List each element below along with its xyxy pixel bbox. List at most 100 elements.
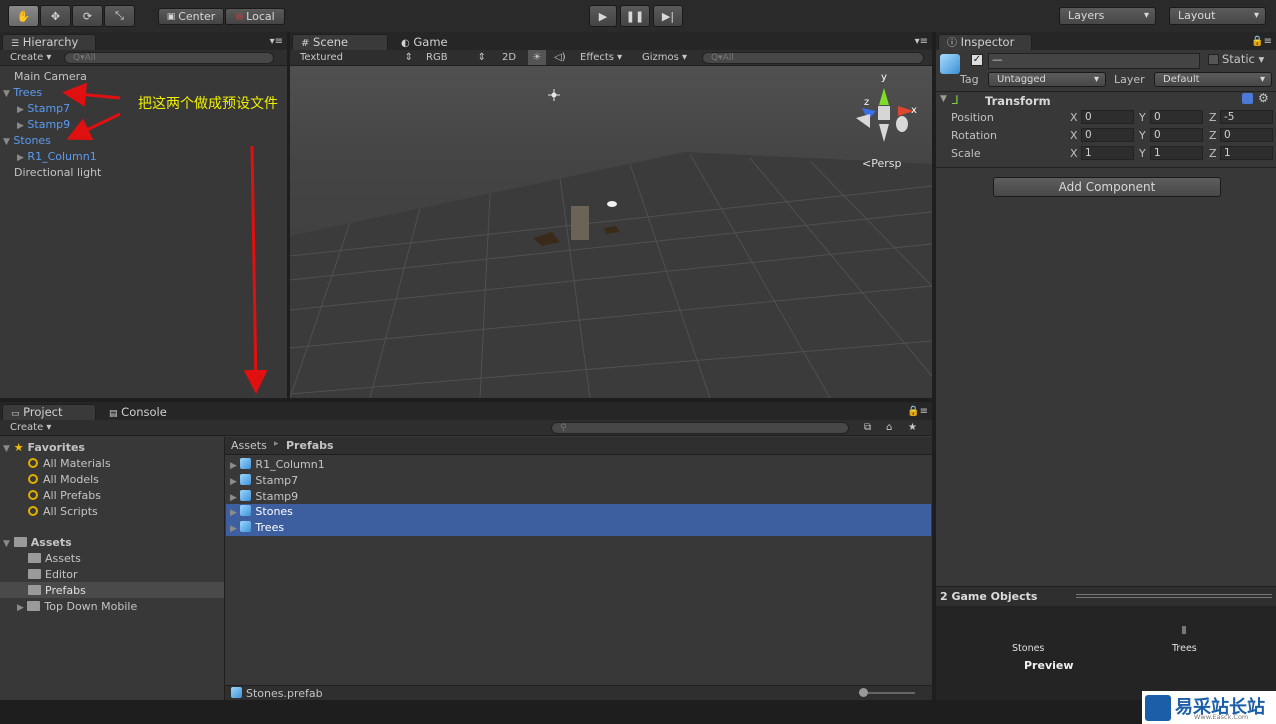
asset-stamp7[interactable]: ▶ Stamp7 <box>230 473 298 490</box>
tab-inspector[interactable]: ⓘ Inspector <box>938 34 1032 50</box>
axis-x-label: X <box>1070 147 1078 160</box>
rotate-tool-button[interactable]: ⟳ <box>72 5 103 27</box>
column-object[interactable] <box>571 206 589 240</box>
render-mode-dropdown[interactable]: RGB ⇕ <box>426 50 488 65</box>
project-subbar: Create ▾ ⚲ ⧉ ⌂ ★ <box>0 420 932 436</box>
assets-section[interactable]: ▼ Assets <box>3 535 72 552</box>
axis-z-label: Z <box>1209 129 1217 142</box>
folder-prefabs[interactable]: Prefabs <box>28 583 86 599</box>
layer-dropdown[interactable]: Default <box>1154 72 1272 87</box>
position-y-field[interactable]: 0 <box>1150 110 1203 124</box>
favorites-title: Favorites <box>27 441 85 454</box>
expand-triangle-icon[interactable]: ▼ <box>3 444 10 454</box>
tab-game[interactable]: ◐ Game <box>392 34 472 50</box>
filter-by-label-icon[interactable]: ⌂ <box>886 420 892 435</box>
scene-audio-toggle[interactable]: ◁) <box>554 50 566 65</box>
hand-tool-button[interactable]: ✋ <box>8 5 39 27</box>
favorite-all-materials[interactable]: All Materials <box>28 456 111 472</box>
tab-project[interactable]: ▭ Project <box>2 404 96 420</box>
move-tool-button[interactable]: ✥ <box>40 5 71 27</box>
gizmos-dropdown[interactable]: Gizmos ▾ <box>642 50 687 65</box>
layout-dropdown[interactable]: Layout <box>1169 7 1266 25</box>
favorite-all-models[interactable]: All Models <box>28 472 99 488</box>
panel-menu-icon[interactable]: ▾≡ <box>915 34 928 49</box>
scale-z-field[interactable]: 1 <box>1220 146 1273 160</box>
tab-scene[interactable]: # Scene <box>292 34 388 50</box>
space-local-toggle[interactable]: ◎ Local <box>225 8 285 25</box>
pivot-center-toggle[interactable]: ▣ Center <box>158 8 224 25</box>
tab-console[interactable]: ▤ Console <box>100 404 180 420</box>
lock-icon[interactable]: 🔒≡ <box>907 404 928 419</box>
shading-label: Textured <box>300 52 343 63</box>
folder-label: Top Down Mobile <box>44 600 138 613</box>
inspector-tabbar: ⓘ Inspector 🔒≡ <box>936 32 1276 50</box>
folder-tab-icon: ▭ <box>11 409 20 419</box>
active-checkbox[interactable]: ✓ <box>971 54 983 66</box>
static-checkbox[interactable] <box>1208 54 1219 65</box>
collapse-triangle-icon[interactable]: ▶ <box>230 524 237 534</box>
scale-x-field[interactable]: 1 <box>1081 146 1134 160</box>
collapse-triangle-icon[interactable]: ▶ <box>230 477 237 487</box>
rotation-y-field[interactable]: 0 <box>1150 128 1203 142</box>
folder-top-down-mobile[interactable]: ▶ Top Down Mobile <box>17 599 137 616</box>
favorite-all-prefabs[interactable]: All Prefabs <box>28 488 101 504</box>
folder-editor[interactable]: Editor <box>28 567 78 583</box>
tab-game-label: Game <box>413 35 448 49</box>
favorites-section[interactable]: ▼ ★ Favorites <box>3 440 85 457</box>
collapse-triangle-icon[interactable]: ▶ <box>230 508 237 518</box>
add-component-button[interactable]: Add Component <box>993 177 1221 197</box>
position-z-field[interactable]: -5 <box>1220 110 1273 124</box>
toggle-2d-button[interactable]: 2D <box>502 50 516 65</box>
asset-label: Trees <box>255 521 285 534</box>
breadcrumb-assets[interactable]: Assets <box>231 439 267 452</box>
preview-header[interactable]: 2 Game Objects <box>936 586 1276 606</box>
icon-size-slider-thumb[interactable] <box>859 688 868 697</box>
expand-triangle-icon[interactable]: ▼ <box>3 539 10 549</box>
settings-gear-icon[interactable]: ⚙ <box>1258 91 1269 105</box>
light-gizmo-icon[interactable] <box>607 201 617 207</box>
filter-by-type-icon[interactable]: ⧉ <box>864 420 871 435</box>
collapse-triangle-icon[interactable]: ▶ <box>230 493 237 503</box>
rotation-z-field[interactable]: 0 <box>1220 128 1273 142</box>
selected-file-label: Stones.prefab <box>246 687 323 700</box>
folder-assets[interactable]: Assets <box>28 551 81 567</box>
collapse-triangle-icon[interactable]: ▶ <box>17 603 24 613</box>
scene-lighting-toggle[interactable]: ☀ <box>528 50 546 65</box>
play-button[interactable]: ▶ <box>589 5 617 27</box>
asset-trees[interactable]: ▶ Trees <box>230 520 284 537</box>
gameobject-name-field[interactable]: — <box>988 53 1200 69</box>
persp-label[interactable]: <Persp <box>862 157 901 170</box>
pause-button[interactable]: ❚❚ <box>620 5 650 27</box>
watermark-logo: 易采站长站 Www.Easck.Com <box>1142 691 1276 724</box>
component-fold-triangle-icon[interactable]: ▼ <box>940 94 947 104</box>
folder-label: Prefabs <box>45 584 86 597</box>
favorite-star-icon[interactable]: ★ <box>908 420 917 435</box>
asset-stones[interactable]: ▶ Stones <box>230 504 293 521</box>
axis-y-label: Y <box>1139 111 1146 124</box>
lock-icon[interactable]: 🔒≡ <box>1251 34 1272 49</box>
breadcrumb-prefabs[interactable]: Prefabs <box>286 439 334 452</box>
favorite-all-scripts[interactable]: All Scripts <box>28 504 98 520</box>
help-icon[interactable] <box>1242 93 1253 104</box>
project-search-input[interactable]: ⚲ <box>551 422 849 434</box>
layers-dropdown[interactable]: Layers <box>1059 7 1156 25</box>
collapse-triangle-icon[interactable]: ▶ <box>230 461 237 471</box>
neg-z-cone[interactable] <box>896 116 908 132</box>
gizmo-center-cube[interactable] <box>878 106 890 120</box>
asset-r1-column1[interactable]: ▶ R1_Column1 <box>230 457 325 474</box>
tag-dropdown[interactable]: Untagged <box>988 72 1106 87</box>
position-x-field[interactable]: 0 <box>1081 110 1134 124</box>
effects-dropdown[interactable]: Effects ▾ <box>580 50 622 65</box>
shading-mode-dropdown[interactable]: Textured ⇕ <box>300 50 415 65</box>
preview-drag-handle[interactable] <box>1076 594 1272 598</box>
step-button[interactable]: ▶| <box>653 5 683 27</box>
scale-tool-button[interactable]: ⤡ <box>104 5 135 27</box>
folder-label: Editor <box>45 568 78 581</box>
asset-label: Stamp7 <box>255 474 299 487</box>
annotation-arrows <box>62 82 268 394</box>
scene-search-input[interactable]: Q▾All <box>702 52 924 64</box>
rotation-x-field[interactable]: 0 <box>1081 128 1134 142</box>
project-create-dropdown[interactable]: Create ▾ <box>10 420 51 435</box>
scene-viewport[interactable]: y x z <Persp <box>290 66 932 398</box>
scale-y-field[interactable]: 1 <box>1150 146 1203 160</box>
